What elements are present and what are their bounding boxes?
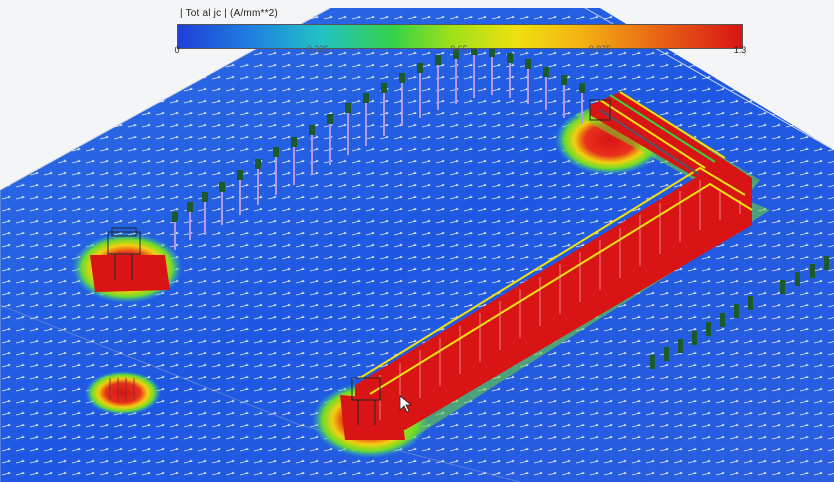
colorbar-tick-min: 0 — [174, 45, 180, 55]
colorbar-tick: 0.975 — [588, 44, 612, 54]
hotspot-bottom-left — [85, 371, 161, 415]
colorbar-title: | Tot al jc | (A/mm**2) — [180, 8, 278, 19]
simulation-viewport[interactable]: | Tot al jc | (A/mm**2) 0 0.325 0.65 0.9… — [0, 0, 834, 482]
colorbar-tick: 0.65 — [450, 44, 468, 54]
current-density-plot — [0, 7, 834, 482]
colorbar-legend: | Tot al jc | (A/mm**2) 0 0.325 0.65 0.9… — [170, 5, 750, 55]
conductor-hotspot-bottom — [340, 395, 405, 440]
conductor-hotspot-left — [90, 255, 170, 292]
colorbar-tick-max: 1.3 — [733, 45, 747, 55]
colorbar-tick: 0.325 — [306, 44, 330, 54]
